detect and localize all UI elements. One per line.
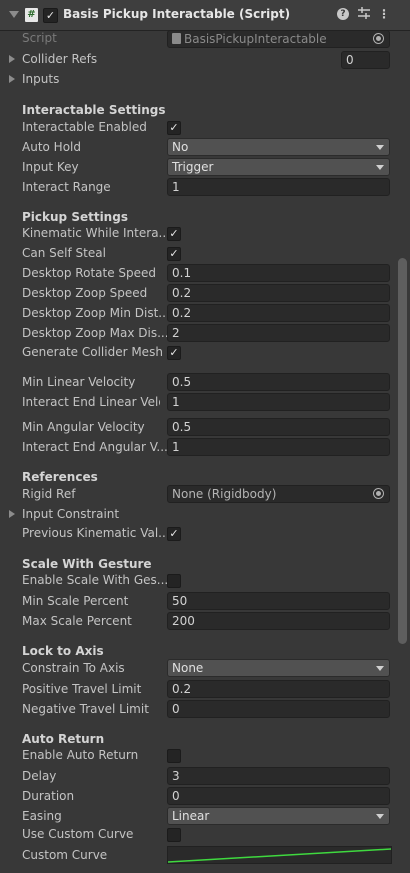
positive-travel-label: Positive Travel Limit bbox=[22, 682, 142, 696]
interactable-settings-header: Interactable Settings bbox=[22, 103, 166, 117]
references-header: References bbox=[22, 470, 98, 484]
easing-label: Easing bbox=[22, 809, 62, 823]
enable-auto-return-label: Enable Auto Return bbox=[22, 748, 139, 762]
end-linear-field[interactable]: 1 bbox=[167, 393, 390, 411]
min-linear-label: Min Linear Velocity bbox=[22, 375, 136, 389]
collider-refs-foldout-icon[interactable] bbox=[9, 55, 15, 63]
enable-auto-return-checkbox[interactable] bbox=[167, 749, 181, 763]
end-linear-label: Interact End Linear Velo... bbox=[22, 395, 160, 409]
zoop-speed-field[interactable]: 0.2 bbox=[167, 284, 390, 302]
min-scale-label: Min Scale Percent bbox=[22, 594, 129, 608]
script-icon: # bbox=[25, 8, 38, 22]
auto-hold-dropdown[interactable]: No bbox=[167, 138, 390, 156]
delay-label: Delay bbox=[22, 769, 57, 783]
max-scale-label: Max Scale Percent bbox=[22, 614, 132, 628]
use-curve-checkbox[interactable] bbox=[167, 828, 181, 842]
interact-range-label: Interact Range bbox=[22, 180, 111, 194]
script-field[interactable]: BasisPickupInteractable bbox=[167, 30, 390, 48]
self-steal-checkbox[interactable]: ✓ bbox=[167, 247, 181, 261]
self-steal-label: Can Self Steal bbox=[22, 246, 106, 260]
rotate-speed-field[interactable]: 0.1 bbox=[167, 264, 390, 282]
lock-to-axis-header: Lock to Axis bbox=[22, 644, 104, 658]
auto-hold-value: No bbox=[172, 140, 189, 154]
rotate-speed-label: Desktop Rotate Speed bbox=[22, 266, 157, 280]
collider-refs-size-field[interactable]: 0 bbox=[341, 51, 390, 69]
rigid-ref-field[interactable]: None (Rigidbody) bbox=[167, 485, 390, 503]
inputs-label[interactable]: Inputs bbox=[22, 72, 59, 86]
duration-label: Duration bbox=[22, 789, 75, 803]
object-picker-icon[interactable] bbox=[373, 488, 384, 499]
chevron-down-icon bbox=[376, 814, 384, 819]
input-constraint-foldout-icon[interactable] bbox=[9, 510, 15, 518]
collider-mesh-checkbox[interactable]: ✓ bbox=[167, 346, 181, 360]
component-title: Basis Pickup Interactable (Script) bbox=[63, 7, 291, 21]
enable-scale-label: Enable Scale With Ges... bbox=[22, 573, 169, 587]
object-picker-icon[interactable] bbox=[373, 33, 384, 44]
component-header: # ✓ Basis Pickup Interactable (Script) ?… bbox=[0, 0, 410, 31]
interact-range-field[interactable]: 1 bbox=[167, 178, 390, 196]
custom-curve-field[interactable] bbox=[167, 846, 392, 864]
max-scale-field[interactable]: 200 bbox=[167, 612, 390, 630]
rigid-ref-label: Rigid Ref bbox=[22, 487, 76, 501]
auto-return-header: Auto Return bbox=[22, 732, 105, 746]
inputs-foldout-icon[interactable] bbox=[9, 75, 15, 83]
script-label: Script bbox=[22, 31, 57, 45]
negative-travel-field[interactable]: 0 bbox=[167, 700, 390, 718]
context-menu-icon[interactable]: ⋮ bbox=[376, 6, 392, 22]
use-curve-label: Use Custom Curve bbox=[22, 827, 134, 841]
input-key-label: Input Key bbox=[22, 160, 79, 174]
chevron-down-icon bbox=[376, 145, 384, 150]
zoop-max-field[interactable]: 2 bbox=[167, 324, 390, 342]
end-angular-field[interactable]: 1 bbox=[167, 438, 390, 456]
kinematic-checkbox[interactable]: ✓ bbox=[167, 227, 181, 241]
preset-sliders-icon[interactable] bbox=[356, 6, 372, 22]
zoop-max-label: Desktop Zoop Max Dis... bbox=[22, 326, 169, 340]
prev-kinematic-checkbox[interactable]: ✓ bbox=[167, 527, 181, 541]
script-file-icon bbox=[172, 33, 181, 44]
curve-line-icon bbox=[167, 848, 392, 863]
rigid-ref-value: None (Rigidbody) bbox=[172, 487, 277, 501]
zoop-speed-label: Desktop Zoop Speed bbox=[22, 286, 148, 300]
collider-refs-label[interactable]: Collider Refs bbox=[22, 52, 97, 66]
delay-field[interactable]: 3 bbox=[167, 767, 390, 785]
easing-dropdown[interactable]: Linear bbox=[167, 807, 390, 825]
component-enabled-checkbox[interactable]: ✓ bbox=[43, 8, 58, 23]
prev-kinematic-label: Previous Kinematic Val... bbox=[22, 526, 170, 540]
duration-field[interactable]: 0 bbox=[167, 787, 390, 805]
enable-scale-checkbox[interactable] bbox=[167, 574, 181, 588]
auto-hold-label: Auto Hold bbox=[22, 140, 81, 154]
help-icon[interactable]: ? bbox=[337, 8, 349, 20]
negative-travel-label: Negative Travel Limit bbox=[22, 702, 149, 716]
pickup-settings-header: Pickup Settings bbox=[22, 210, 128, 224]
input-key-value: Trigger bbox=[172, 160, 214, 174]
easing-value: Linear bbox=[172, 809, 210, 823]
constrain-axis-label: Constrain To Axis bbox=[22, 661, 125, 675]
min-linear-field[interactable]: 0.5 bbox=[167, 373, 390, 391]
zoop-min-field[interactable]: 0.2 bbox=[167, 304, 390, 322]
zoop-min-label: Desktop Zoop Min Dist... bbox=[22, 306, 170, 320]
positive-travel-field[interactable]: 0.2 bbox=[167, 680, 390, 698]
scale-with-gesture-header: Scale With Gesture bbox=[22, 557, 152, 571]
collider-mesh-label: Generate Collider Mesh bbox=[22, 345, 163, 359]
min-scale-field[interactable]: 50 bbox=[167, 592, 390, 610]
interactable-enabled-label: Interactable Enabled bbox=[22, 120, 147, 134]
input-key-dropdown[interactable]: Trigger bbox=[167, 158, 390, 176]
interactable-enabled-checkbox[interactable]: ✓ bbox=[167, 121, 181, 135]
min-angular-field[interactable]: 0.5 bbox=[167, 418, 390, 436]
custom-curve-label: Custom Curve bbox=[22, 848, 108, 862]
end-angular-label: Interact End Angular V... bbox=[22, 440, 168, 454]
chevron-down-icon bbox=[376, 165, 384, 170]
chevron-down-icon bbox=[376, 666, 384, 671]
input-constraint-label[interactable]: Input Constraint bbox=[22, 507, 119, 521]
script-value: BasisPickupInteractable bbox=[184, 32, 327, 46]
kinematic-label: Kinematic While Intera... bbox=[22, 226, 170, 240]
constrain-axis-dropdown[interactable]: None bbox=[167, 659, 390, 677]
min-angular-label: Min Angular Velocity bbox=[22, 420, 145, 434]
foldout-arrow-icon[interactable] bbox=[9, 11, 19, 18]
constrain-axis-value: None bbox=[172, 661, 204, 675]
vertical-scrollbar[interactable] bbox=[398, 258, 407, 644]
